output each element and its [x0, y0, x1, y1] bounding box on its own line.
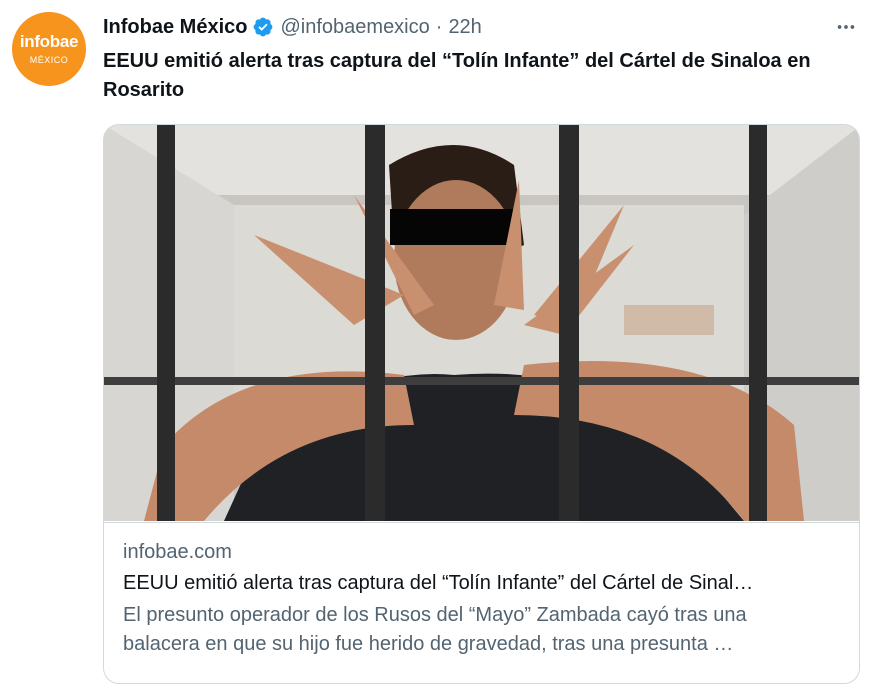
card-description: El presunto operador de los Rusos del “M… [123, 601, 841, 659]
more-options-icon[interactable] [831, 12, 861, 42]
separator-dot: · [435, 15, 443, 38]
avatar[interactable]: infobae MÉXICO [12, 12, 86, 86]
tweet-header: Infobae México @infobaemexico · 22h [103, 12, 482, 42]
link-card[interactable]: infobae.com EEUU emitió alerta tras capt… [103, 124, 860, 684]
account-handle[interactable]: @infobaemexico [280, 16, 429, 39]
card-domain: infobae.com [123, 541, 232, 563]
account-name[interactable]: Infobae México [103, 16, 247, 39]
card-info: infobae.com EEUU emitió alerta tras capt… [104, 522, 859, 659]
card-title: EEUU emitió alerta tras captura del “Tol… [123, 572, 754, 594]
avatar-sub-text: MÉXICO [29, 55, 69, 65]
card-description-line-1: El presunto operador de los Rusos del “M… [123, 604, 747, 626]
avatar-brand-text: infobae [19, 32, 79, 51]
verified-badge-icon [252, 16, 274, 38]
card-description-line-2: balacera en que su hijo fue herido de gr… [123, 633, 734, 655]
tweet-timestamp[interactable]: 22h [448, 16, 481, 39]
card-image [104, 125, 859, 521]
tweet-text: EEUU emitió alerta tras captura del “Tol… [103, 50, 811, 101]
